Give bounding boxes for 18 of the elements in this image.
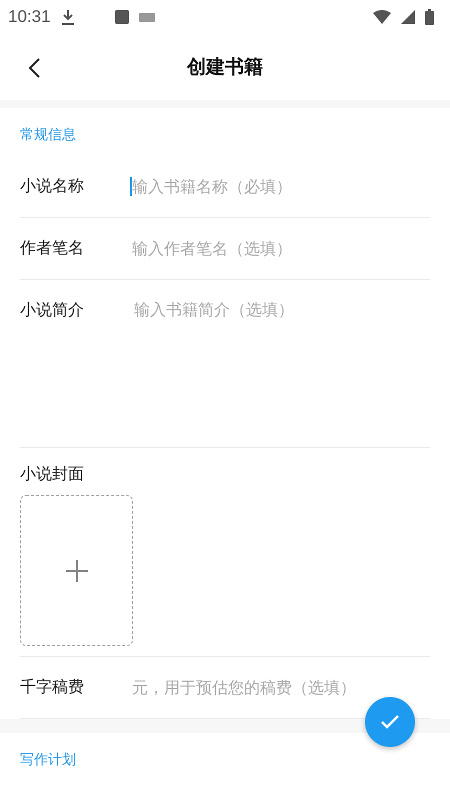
signal-icon <box>401 10 415 24</box>
field-label: 千字稿费 <box>20 677 85 698</box>
section-title: 常规信息 <box>19 126 77 145</box>
field-label: 小说名称 <box>20 176 85 197</box>
wifi-icon <box>373 10 391 24</box>
page-title: 创建书籍 <box>187 55 263 80</box>
section-title: 写作计划 <box>19 751 77 770</box>
field-label: 作者笔名 <box>20 238 85 259</box>
plus-icon <box>64 558 88 582</box>
check-icon <box>381 715 399 729</box>
add-cover-button[interactable] <box>20 495 133 646</box>
status-time: 10:31 <box>8 7 51 27</box>
field-label: 小说封面 <box>20 464 85 485</box>
field-label: 小说简介 <box>20 300 85 321</box>
battery-icon <box>425 9 434 25</box>
download-icon <box>60 9 75 25</box>
back-icon <box>28 58 40 78</box>
confirm-button[interactable] <box>365 697 415 747</box>
